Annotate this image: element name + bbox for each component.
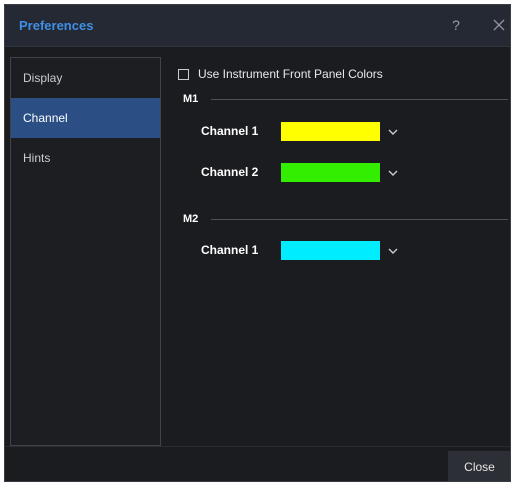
sidebar-item-channel[interactable]: Channel (11, 98, 160, 138)
help-icon[interactable]: ? (448, 16, 464, 34)
channel-label: Channel 2 (201, 165, 259, 179)
sidebar-item-label: Hints (23, 151, 51, 165)
chevron-down-icon[interactable] (387, 244, 399, 256)
channel-row-m1-ch1: Channel 1 (201, 122, 421, 142)
title-bar: Preferences ? (5, 5, 510, 47)
chevron-down-icon[interactable] (387, 166, 399, 178)
channel-label: Channel 1 (201, 243, 259, 257)
category-sidebar: Display Channel Hints (10, 57, 161, 446)
group-divider (211, 219, 508, 220)
footer-divider (5, 446, 510, 447)
group-name: M1 (183, 93, 199, 105)
close-button[interactable]: Close (448, 451, 510, 481)
channel-label: Channel 1 (201, 124, 259, 138)
channel-row-m1-ch2: Channel 2 (201, 163, 421, 183)
color-swatch[interactable] (281, 122, 380, 141)
preferences-dialog: Preferences ? Display Channel Hints Use … (4, 4, 511, 482)
chevron-down-icon[interactable] (387, 125, 399, 137)
front-panel-colors-option[interactable]: Use Instrument Front Panel Colors (178, 66, 383, 82)
channel-row-m2-ch1: Channel 1 (201, 241, 421, 261)
sidebar-item-hints[interactable]: Hints (11, 138, 160, 178)
color-swatch[interactable] (281, 241, 380, 260)
sidebar-item-label: Channel (23, 111, 68, 125)
group-divider (211, 99, 508, 100)
sidebar-item-label: Display (23, 71, 63, 85)
group-header-m1: M1 (183, 91, 508, 107)
dialog-title: Preferences (19, 18, 94, 33)
group-name: M2 (183, 213, 199, 225)
channel-settings-panel: Use Instrument Front Panel Colors M1 Cha… (173, 57, 508, 437)
color-swatch[interactable] (281, 163, 380, 182)
group-header-m2: M2 (183, 211, 508, 227)
sidebar-item-display[interactable]: Display (11, 58, 160, 98)
close-icon[interactable] (491, 15, 507, 35)
front-panel-colors-label: Use Instrument Front Panel Colors (198, 67, 383, 81)
front-panel-colors-checkbox[interactable] (178, 68, 189, 80)
